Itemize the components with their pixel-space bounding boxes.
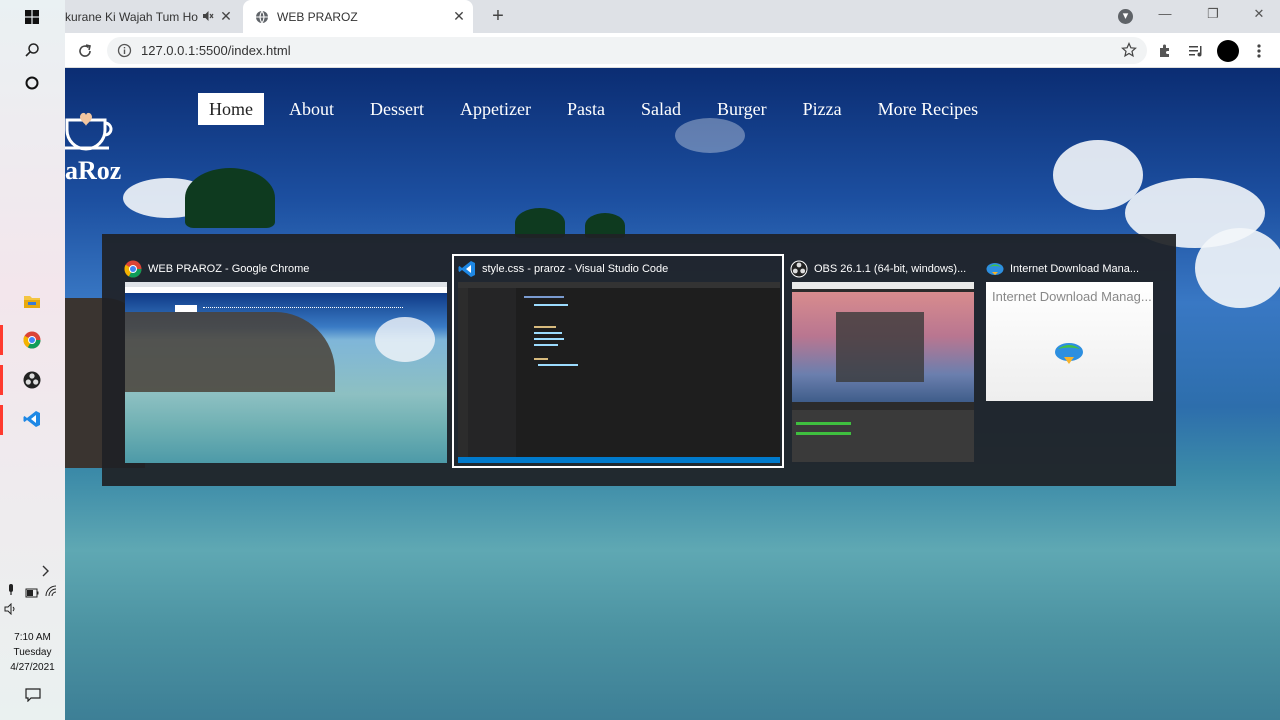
profile-avatar[interactable]: [1217, 40, 1239, 62]
cloud: [1195, 228, 1280, 308]
thumb-code-line: [534, 332, 562, 334]
obs-icon: [790, 260, 808, 278]
thumb-nav-home: [175, 305, 197, 312]
window-thumbnail: Internet Download Manag...: [986, 282, 1153, 401]
tab-music[interactable]: kurane Ki Wajah Tum Ho ✕: [65, 0, 240, 33]
thumb-code-line: [524, 296, 564, 298]
clock-date: 4/27/2021: [10, 662, 55, 673]
thumb-cloud: [375, 317, 435, 362]
thumb-titlebar: [792, 282, 974, 289]
action-center-icon[interactable]: [25, 688, 41, 703]
site-logo-text[interactable]: aRoz: [65, 156, 121, 186]
tab-label: WEB PRAROZ: [277, 9, 358, 24]
new-tab-button[interactable]: +: [487, 5, 509, 27]
nav-pizza[interactable]: Pizza: [792, 93, 853, 125]
wifi-icon[interactable]: [45, 584, 57, 597]
window-thumbnail: [458, 282, 780, 463]
clock-time: 7:10 AM: [14, 632, 51, 643]
close-tab-icon[interactable]: ✕: [451, 8, 467, 24]
nav-about[interactable]: About: [278, 93, 345, 125]
close-tab-icon[interactable]: ✕: [218, 8, 234, 24]
tab-web-praroz[interactable]: WEB PRAROZ ✕: [243, 0, 473, 33]
palm-tree: [185, 168, 275, 228]
thumb-statusbar: [458, 457, 780, 463]
thumb-code-line: [534, 358, 548, 360]
nav-home[interactable]: Home: [198, 93, 264, 125]
more-menu-icon[interactable]: [1248, 40, 1270, 62]
thumb-sidebar: [468, 288, 516, 457]
thumb-code-line: [534, 304, 568, 306]
thumb-code-line: [534, 344, 558, 346]
nav-burger[interactable]: Burger: [706, 93, 778, 125]
thumb-nested-preview: [836, 312, 924, 382]
clock-day: Tuesday: [13, 647, 52, 658]
windows-taskbar: 7:10 AM Tuesday 4/27/2021: [0, 0, 65, 720]
thumb-activity-bar: [458, 288, 468, 457]
thumb-title-text: Internet Download Manag...: [992, 289, 1152, 304]
volume-icon[interactable]: [4, 602, 18, 616]
system-clock[interactable]: 7:10 AM Tuesday 4/27/2021: [0, 630, 65, 675]
window-title: WEB PRAROZ - Google Chrome: [148, 263, 310, 275]
reload-icon[interactable]: [74, 40, 96, 62]
info-icon[interactable]: [117, 43, 132, 63]
thumb-code-line: [534, 338, 564, 340]
chevron-up-icon[interactable]: [32, 554, 60, 588]
thumb-code-line: [534, 326, 556, 328]
extensions-icon[interactable]: [1154, 40, 1176, 62]
window-title: OBS 26.1.1 (64-bit, windows)...: [814, 263, 967, 275]
nav-pasta[interactable]: Pasta: [556, 93, 616, 125]
restore-button[interactable]: ❐: [1199, 6, 1227, 26]
chrome-icon: [124, 260, 142, 278]
bookmark-star-icon[interactable]: [1121, 42, 1137, 63]
window-title-bar: OBS 26.1.1 (64-bit, windows)...: [790, 260, 966, 278]
idm-logo-icon: [1054, 340, 1084, 371]
window-title-bar: style.css - praroz - Visual Studio Code: [458, 260, 668, 278]
file-explorer-icon[interactable]: [12, 284, 52, 318]
thumb-nav: [203, 307, 403, 310]
close-window-button[interactable]: ✕: [1245, 6, 1273, 26]
running-app-indicator: [0, 405, 3, 435]
tab-label: kurane Ki Wajah Tum Ho: [65, 9, 198, 24]
vscode-taskbar-icon[interactable]: [12, 402, 52, 436]
idm-icon: [986, 260, 1004, 278]
obs-taskbar-icon[interactable]: [12, 363, 52, 397]
browser-tab-strip: kurane Ki Wajah Tum Ho ✕ WEB PRAROZ ✕ + …: [65, 0, 1280, 33]
cortana-icon[interactable]: [12, 66, 52, 100]
minimize-button[interactable]: —: [1151, 6, 1179, 26]
media-control-icon[interactable]: [1185, 40, 1207, 62]
thumb-mixer: [792, 410, 974, 462]
windows-start-icon[interactable]: [12, 0, 52, 34]
browser-toolbar: 127.0.0.1:5500/index.html: [65, 33, 1280, 68]
address-bar[interactable]: 127.0.0.1:5500/index.html: [107, 37, 1147, 64]
running-app-indicator: [0, 325, 3, 355]
speaker-muted-icon[interactable]: [202, 10, 214, 25]
running-app-indicator: [0, 365, 3, 395]
nav-more-recipes[interactable]: More Recipes: [867, 93, 989, 125]
alt-tab-switcher: WEB PRAROZ - Google Chrome style.css - p…: [102, 234, 1176, 486]
chrome-taskbar-icon[interactable]: [12, 323, 52, 357]
nav-dessert[interactable]: Dessert: [359, 93, 435, 125]
window-title-bar: Internet Download Mana...: [986, 260, 1139, 278]
window-title-bar: WEB PRAROZ - Google Chrome: [124, 260, 309, 278]
battery-icon[interactable]: [25, 585, 39, 598]
site-logo[interactable]: [65, 104, 130, 159]
site-nav: Home About Dessert Appetizer Pasta Salad…: [198, 93, 1003, 125]
vscode-icon: [458, 260, 476, 278]
thumb-audio-meter: [796, 422, 851, 425]
nav-salad[interactable]: Salad: [630, 93, 692, 125]
thumb-rocks: [125, 312, 335, 392]
url-text: 127.0.0.1:5500/index.html: [141, 43, 291, 58]
thumb-code-line: [538, 364, 578, 366]
window-thumbnail: [125, 282, 447, 463]
nav-appetizer[interactable]: Appetizer: [449, 93, 542, 125]
window-title: style.css - praroz - Visual Studio Code: [482, 263, 669, 275]
window-thumbnail: [792, 282, 974, 462]
thumb-audio-meter: [796, 432, 851, 435]
window-title: Internet Download Mana...: [1010, 263, 1140, 275]
tab-search-icon[interactable]: ▾: [1118, 9, 1133, 24]
search-icon[interactable]: [12, 33, 52, 67]
microphone-icon[interactable]: [6, 583, 16, 595]
globe-icon: [255, 10, 269, 24]
